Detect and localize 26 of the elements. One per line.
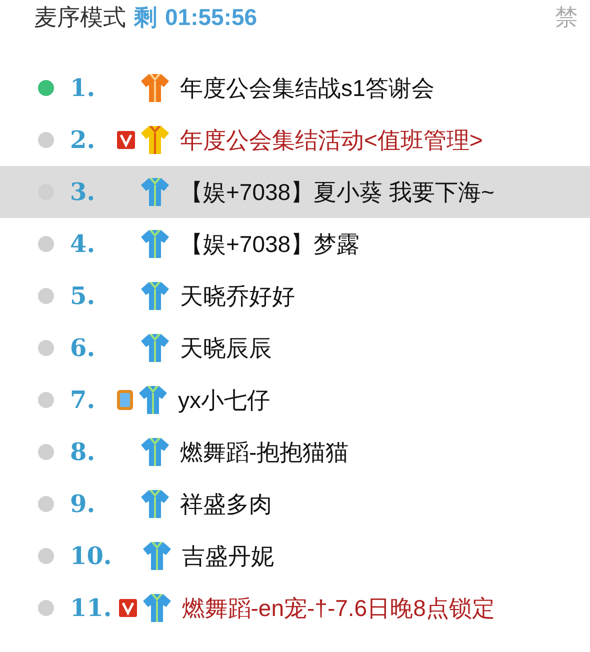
user-name: 祥盛多肉 [180,490,272,519]
position-number: 2. [70,124,96,156]
position-number: 1. [70,72,96,104]
position-number: 5. [70,280,96,312]
remaining-label: 剩 [134,2,157,32]
user-name: 燃舞蹈-抱抱猫猫 [180,438,349,467]
user-name: 天晓乔好好 [180,282,295,311]
position-number: 8. [70,436,96,468]
queue-row[interactable]: 3. 【娱+7038】夏小葵 我要下海~ [0,166,590,218]
position-number: 7. [70,384,96,416]
user-name: 【娱+7038】梦露 [180,230,360,259]
countdown-timer: 01:55:56 [165,2,258,32]
position-number: 9. [70,488,96,520]
user-name: 吉盛丹妮 [182,542,274,571]
user-name: 天晓辰辰 [180,334,272,363]
user-name: 年度公会集结活动<值班管理> [180,126,483,155]
user-name: yx小七仔 [178,386,270,415]
position-number: 11. [70,592,112,624]
position-number: 6. [70,332,96,364]
user-name: 【娱+7038】夏小葵 我要下海~ [180,178,494,207]
position-number: 4. [70,228,96,260]
position-number: 10. [70,540,112,572]
mode-label: 麦序模式 [34,2,126,32]
user-name: 年度公会集结战s1答谢会 [180,74,434,103]
position-number: 3. [70,176,96,208]
user-name: 燃舞蹈-en宠-†-7.6日晚8点锁定 [182,594,495,623]
